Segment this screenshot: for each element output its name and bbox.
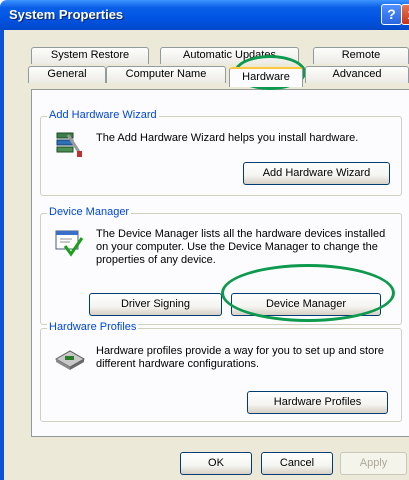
add-hardware-description: The Add Hardware Wizard helps you instal…	[96, 132, 359, 144]
hardware-tab-panel: Add Hardware Wizard The Add Hardware Wiz…	[31, 89, 409, 437]
hardware-profiles-icon	[54, 350, 86, 370]
tab-label: Remote	[341, 49, 381, 61]
device-manager-description: The Device Manager lists all the hardwar…	[96, 228, 386, 266]
tab-advanced[interactable]: Advanced	[305, 66, 409, 83]
add-hardware-wizard-button[interactable]: Add Hardware Wizard	[243, 162, 390, 185]
tab-hardware[interactable]: Hardware	[229, 67, 303, 87]
add-hardware-wizard-icon	[56, 132, 83, 157]
group-legend: Add Hardware Wizard	[47, 109, 159, 121]
tab-system-restore[interactable]: System Restore	[31, 47, 149, 64]
ok-button[interactable]: OK	[180, 452, 252, 475]
tab-label: Computer Name	[125, 68, 207, 80]
tab-automatic-updates[interactable]: Automatic Updates	[160, 47, 299, 64]
device-manager-icon	[55, 230, 84, 257]
tab-label: General	[47, 68, 87, 80]
group-legend: Hardware Profiles	[47, 321, 139, 333]
tab-computer-name[interactable]: Computer Name	[106, 66, 226, 83]
tab-general[interactable]: General	[28, 66, 106, 83]
tab-label: Hardware	[242, 71, 290, 83]
tab-label: Advanced	[332, 68, 382, 80]
apply-button[interactable]: Apply	[340, 452, 407, 475]
device-manager-group: Device Manager The Device Manager lists …	[40, 206, 402, 325]
device-manager-button[interactable]: Device Manager	[231, 293, 381, 316]
window-title: System Properties	[9, 7, 124, 22]
hardware-profiles-group: Hardware Profiles Hardware profiles prov…	[40, 321, 402, 422]
tab-label: Automatic Updates	[183, 49, 276, 61]
help-button[interactable]: ?	[381, 4, 402, 25]
hardware-profiles-description: Hardware profiles provide a way for you …	[96, 345, 384, 370]
close-button[interactable]: x	[401, 4, 409, 25]
add-hardware-group: Add Hardware Wizard The Add Hardware Wiz…	[40, 109, 402, 196]
tab-remote[interactable]: Remote	[313, 47, 409, 64]
title-bar[interactable]: System Properties ? x	[0, 0, 409, 30]
system-properties-window: System Properties ? x System Restore Aut…	[0, 0, 409, 480]
driver-signing-button[interactable]: Driver Signing	[89, 293, 222, 316]
tab-label: System Restore	[50, 49, 130, 61]
hardware-profiles-button[interactable]: Hardware Profiles	[247, 391, 388, 414]
group-legend: Device Manager	[47, 206, 132, 218]
cancel-button[interactable]: Cancel	[261, 452, 333, 475]
